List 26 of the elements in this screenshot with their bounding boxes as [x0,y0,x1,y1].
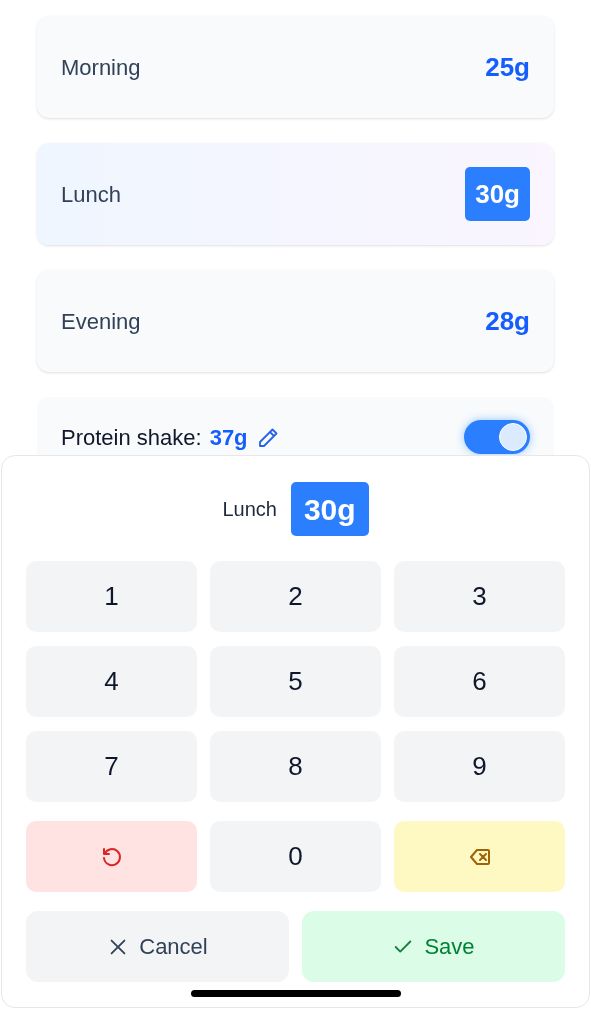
digit-key[interactable]: 8 [210,731,381,802]
meal-card[interactable]: Morning 25g [37,16,554,118]
cancel-button[interactable]: Cancel [26,911,289,982]
digit-key[interactable]: 4 [26,646,197,717]
amount-value: 30g [465,167,530,221]
meal-label: Evening [61,307,141,336]
digit-key[interactable]: 5 [210,646,381,717]
digit-key[interactable]: 9 [394,731,565,802]
digit-key[interactable]: 3 [394,561,565,632]
shake-label: Protein shake: [61,425,202,451]
meal-label: Lunch [61,180,121,209]
meal-card[interactable]: Lunch 30g [37,143,554,245]
digit-key[interactable]: 7 [26,731,197,802]
digit-key[interactable]: 6 [394,646,565,717]
shake-amount: 37g [209,425,248,451]
meal-label: Lunch [222,497,277,522]
amount-value: 25g [485,50,530,84]
amount-display: 30g [290,482,369,536]
digit-key[interactable]: 1 [26,561,197,632]
amount-value: 28g [485,304,530,338]
toggle-switch[interactable] [464,420,530,454]
meal-card[interactable]: Evening 28g [37,270,554,372]
meal-label: Morning [61,53,141,82]
digit-key[interactable]: 0 [210,821,381,892]
save-button[interactable]: Save [302,911,565,982]
digit-key[interactable]: 2 [210,561,381,632]
